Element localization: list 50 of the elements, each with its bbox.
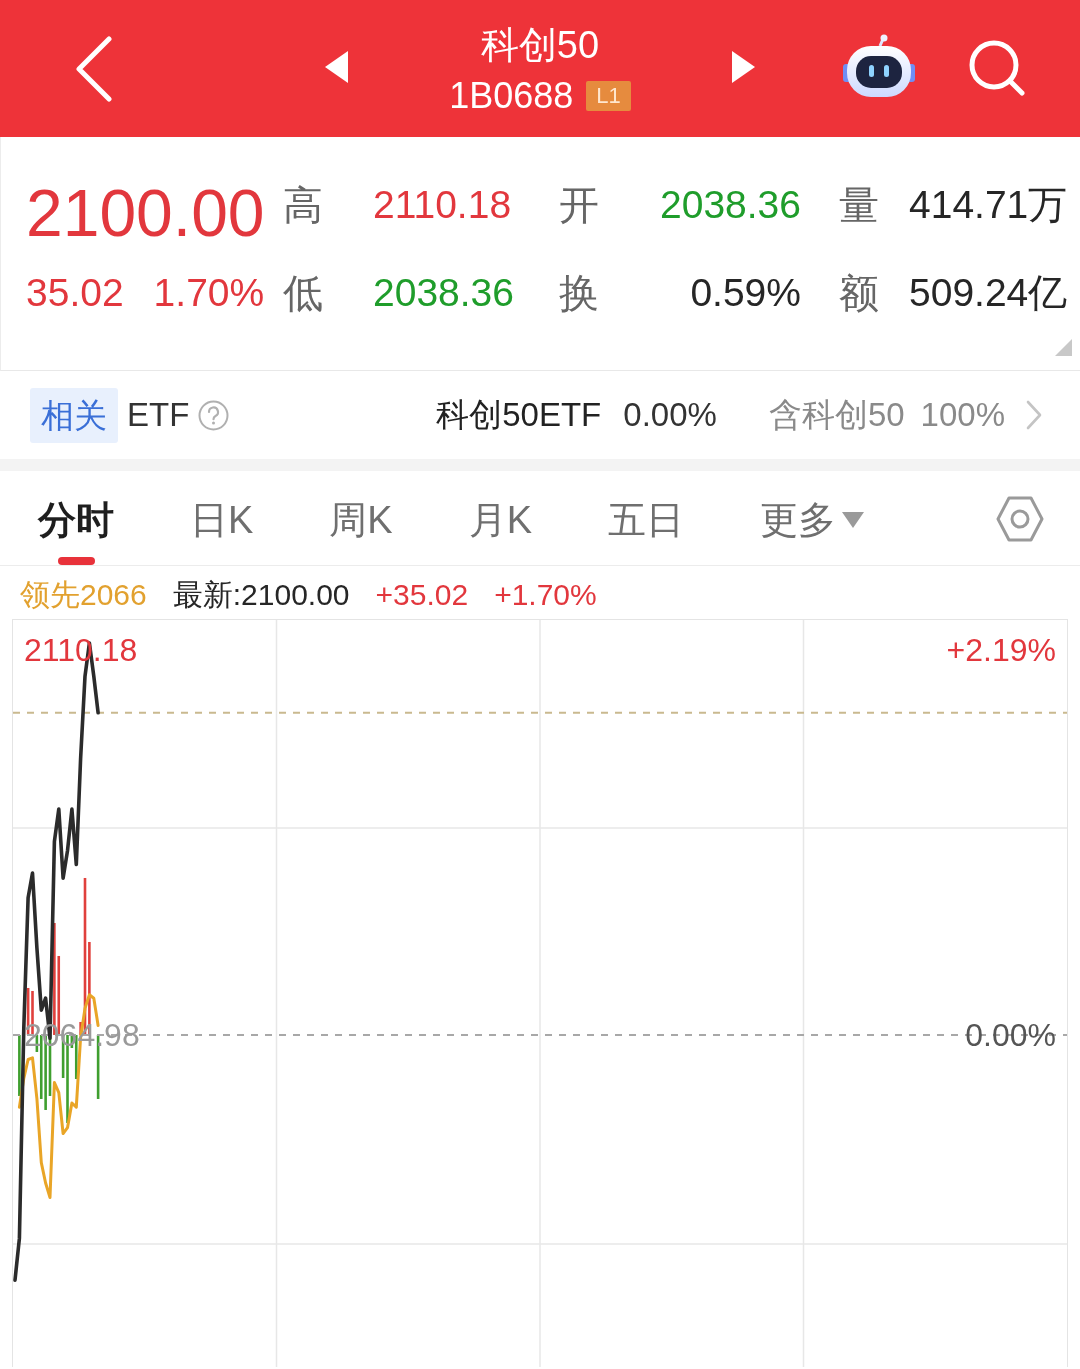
settings-icon	[996, 496, 1044, 542]
tab[interactable]: 五日	[608, 493, 685, 566]
percent-label: +2.19%	[946, 630, 1056, 669]
stat-value: 414.71万	[909, 182, 1069, 228]
robot-icon	[843, 33, 915, 98]
triangle-left-icon	[325, 50, 348, 83]
holding-percent: 100%	[920, 396, 1005, 434]
change-percent: 1.70%	[153, 270, 265, 316]
stat-value: 2038.36	[373, 270, 515, 316]
level-badge: L1	[586, 80, 631, 111]
indicator-text: +35.02	[375, 576, 469, 613]
section-title: ETF	[127, 396, 190, 434]
indicator-text: 最新:2100.00	[172, 576, 350, 613]
more-dropdown[interactable]: 更多	[760, 493, 865, 566]
page-title: 科创50	[480, 22, 600, 68]
settings-button[interactable]	[996, 496, 1044, 542]
search-icon	[968, 39, 1025, 96]
indicator-text: 领先2066	[20, 576, 147, 613]
caret-icon	[842, 512, 865, 528]
assistant-button[interactable]	[843, 33, 915, 98]
price-change: 35.02	[26, 270, 124, 316]
back-chevron-icon	[75, 35, 112, 102]
stat-value: 509.24亿	[909, 270, 1069, 316]
stat-label: 额	[839, 270, 880, 317]
back-button[interactable]	[75, 35, 112, 102]
percent-label: 0.00%	[965, 1015, 1056, 1054]
stat-label: 开	[559, 182, 600, 229]
stat-value: 2038.36	[659, 182, 802, 228]
stat-value: 0.59%	[689, 270, 802, 316]
stat-label: 换	[559, 270, 600, 317]
etf-change: 0.00%	[623, 396, 717, 434]
previous-button[interactable]	[325, 50, 348, 83]
stock-code: 1B0688	[449, 75, 574, 116]
etf-name: 科创50ETF	[436, 394, 602, 435]
next-button[interactable]	[732, 50, 755, 83]
current-price: 2100.00	[26, 175, 266, 244]
tab[interactable]: 分时	[38, 493, 114, 566]
help-icon[interactable]	[198, 399, 230, 431]
stat-value: 2110.18	[373, 182, 513, 228]
stat-label: 量	[839, 182, 880, 229]
indicator-text: +1.70%	[494, 576, 597, 613]
tab[interactable]: 月K	[468, 493, 533, 566]
stat-label: 低	[283, 270, 324, 317]
holding-label: 含科创50	[768, 394, 905, 435]
triangle-right-icon	[732, 50, 755, 83]
tab[interactable]: 周K	[329, 493, 393, 566]
related-tag: 相关	[30, 387, 118, 443]
tab[interactable]: 日K	[190, 493, 254, 566]
search-button[interactable]	[968, 39, 1025, 96]
stat-label: 高	[283, 182, 324, 229]
